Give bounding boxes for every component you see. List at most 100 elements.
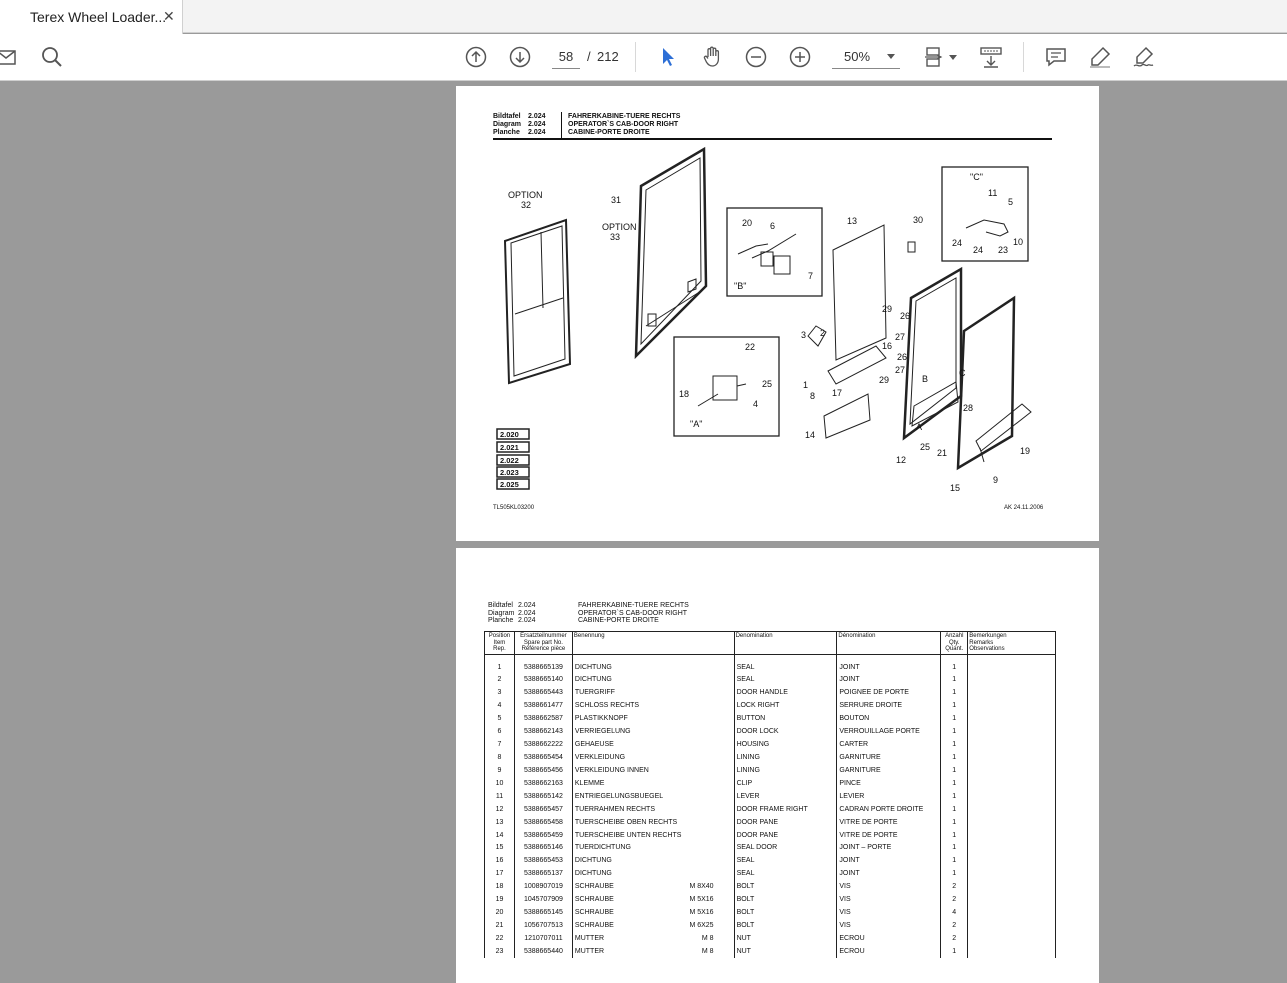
document-tab[interactable]: Terex Wheel Loader... ✕ — [0, 0, 183, 34]
cell-remarks — [967, 776, 1056, 790]
callout: 2 — [820, 328, 825, 338]
table-row: 5 5388662587 PLASTIKKNOPF BUTTON BOUTON 1 — [484, 712, 1056, 726]
page-down-icon[interactable] — [507, 44, 533, 70]
part-name-de: MUTTER — [574, 935, 605, 942]
cell-part-number: 1056707513 — [513, 919, 573, 933]
cell-quantity: 1 — [940, 686, 969, 700]
callout: 5 — [1008, 197, 1013, 207]
header-label: Planche — [488, 617, 514, 625]
header-title: OPERATOR`S CAB-DOOR RIGHT — [578, 609, 688, 617]
callout: 26 — [897, 352, 907, 362]
cell-benennung: VERKLEIDUNG INNEN — [571, 763, 735, 777]
part-name-de: DICHTUNG — [574, 857, 612, 865]
mail-icon[interactable] — [0, 44, 20, 70]
cell-part-number: 5388662587 — [513, 712, 573, 726]
option-label: OPTION — [508, 190, 543, 200]
table-row: 3 5388665443 TUERGRIFF DOOR HANDLE POIGNEE D… — [484, 686, 1056, 700]
cell-remarks — [967, 932, 1056, 945]
cell-denomination-en: DOOR FRAME RIGHT — [733, 802, 838, 816]
cell-remarks — [967, 880, 1056, 894]
cell-remarks — [967, 841, 1056, 855]
part-name-de: SCHRAUBE — [574, 883, 614, 891]
cell-quantity: 1 — [940, 841, 969, 855]
zoom-in-icon[interactable] — [787, 44, 813, 70]
callout: 11 — [988, 188, 997, 198]
cell-denomination-en: BUTTON — [733, 712, 838, 726]
option-label: OPTION — [602, 222, 637, 232]
callout: 3 — [801, 330, 806, 340]
zoom-out-icon[interactable] — [743, 44, 769, 70]
scroll-mode-icon[interactable] — [978, 44, 1004, 70]
cell-denomination-fr: JOINT — [836, 654, 942, 674]
cell-benennung: TUERRAHMEN RECHTS — [571, 802, 735, 816]
callout: 25 — [762, 379, 772, 389]
cell-part-number: 5388665145 — [513, 906, 573, 920]
select-cursor-icon[interactable] — [655, 44, 681, 70]
cell-part-number: 1045707909 — [513, 893, 573, 907]
highlight-icon[interactable] — [1087, 44, 1113, 70]
table-row: 15 5388665146 TUERDICHTUNG SEAL DOOR JOINT –… — [484, 841, 1056, 855]
table-row: 12 5388665457 TUERRAHMEN RECHTS DOOR FRAME … — [484, 802, 1056, 816]
search-icon[interactable] — [39, 44, 65, 70]
cell-part-number: 5388665140 — [513, 673, 573, 687]
cell-denomination-en: CLIP — [733, 776, 838, 790]
page-number-input[interactable] — [552, 45, 580, 69]
page-up-icon[interactable] — [463, 44, 489, 70]
cell-denomination-fr: BOUTON — [836, 712, 942, 726]
header-label: Bildtafel — [488, 602, 513, 609]
cell-denomination-fr: LEVIER — [836, 789, 942, 803]
column-header-benennung: Benennung — [571, 631, 735, 655]
part-dimension: M 5X16 — [689, 909, 714, 917]
part-name-de: VERKLEIDUNG — [574, 753, 626, 761]
cell-quantity: 1 — [940, 815, 969, 829]
cell-denomination-en: BOLT — [733, 919, 838, 933]
cell-part-number: 5388662163 — [513, 776, 573, 790]
cell-part-number: 5388661477 — [513, 699, 573, 713]
cell-benennung: DICHTUNG — [571, 854, 735, 868]
zoom-select[interactable]: 50% — [832, 45, 900, 69]
part-dimension: M 8 — [701, 935, 714, 942]
document-page-parts-list: Bildtafel Diagram Planche 2.024 2.024 2.… — [456, 548, 1099, 983]
cell-denomination-fr: VIS — [836, 893, 942, 907]
cell-part-number: 5388665137 — [513, 867, 573, 881]
cell-denomination-en: NUT — [733, 932, 838, 945]
cell-denomination-en: SEAL DOOR — [733, 841, 838, 855]
cell-benennung: GEHAEUSE — [571, 737, 735, 751]
cell-benennung: MUTTER M 8 — [571, 944, 735, 958]
header-number: 2.024 — [518, 609, 536, 617]
cell-denomination-en: SEAL — [733, 867, 838, 881]
part-dimension: M 5X16 — [689, 896, 714, 904]
table-row: 10 5388662163 KLEMME CLIP PINCE 1 — [484, 776, 1056, 790]
callout: A — [916, 422, 922, 432]
cell-benennung: SCHRAUBE M 5X16 — [571, 893, 735, 907]
chevron-down-icon — [887, 54, 895, 59]
cell-denomination-fr: VIS — [836, 880, 942, 894]
sign-icon[interactable] — [1131, 44, 1157, 70]
cell-part-number: 5388662222 — [513, 737, 573, 751]
callout: 23 — [998, 245, 1008, 255]
callout: C — [959, 368, 966, 378]
cell-part-number: 5388665454 — [513, 750, 573, 764]
cell-denomination-en: BOLT — [733, 906, 838, 920]
cell-part-number: 5388665456 — [513, 763, 573, 777]
part-dimension: M 8 — [701, 947, 714, 955]
hand-icon[interactable] — [699, 44, 725, 70]
cell-remarks — [967, 802, 1056, 816]
tab-close-icon[interactable]: ✕ — [163, 8, 175, 25]
fit-page-icon[interactable] — [921, 44, 947, 70]
fit-options-chevron-icon[interactable] — [949, 55, 957, 60]
part-name-de: SCHRAUBE — [574, 909, 614, 917]
callout: 26 — [900, 311, 910, 321]
cell-position: 19 — [484, 893, 515, 907]
part-name-de: VERRIEGELUNG — [574, 728, 631, 735]
cell-denomination-en: SEAL — [733, 854, 838, 868]
cell-quantity: 1 — [940, 854, 969, 868]
cell-benennung: SCHRAUBE M 8X40 — [571, 880, 735, 894]
callout: 13 — [847, 216, 857, 226]
comment-icon[interactable] — [1043, 44, 1069, 70]
detail-label: "A" — [690, 419, 702, 429]
header-number: 2.024 — [518, 617, 536, 625]
header-titles: FAHRERKABINE-TUERE RECHTS OPERATOR`S CAB… — [578, 602, 689, 625]
cell-position: 14 — [484, 828, 515, 842]
part-name-de: TUERSCHEIBE UNTEN RECHTS — [574, 831, 682, 839]
